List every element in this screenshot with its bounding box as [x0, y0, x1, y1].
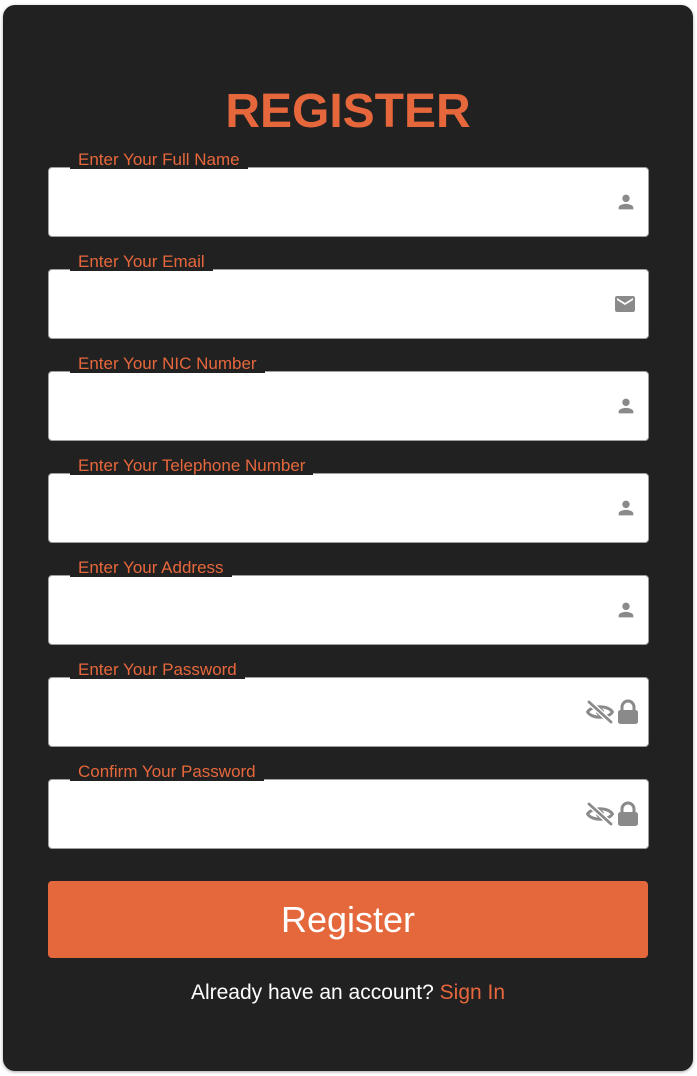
eye-off-icon[interactable] [585, 779, 615, 849]
nic-number-input[interactable] [48, 371, 649, 441]
confirm-password-field: Confirm Your Password [48, 762, 649, 851]
sign-in-prompt-text: Already have an account? [190, 981, 434, 1004]
full-name-label: Enter Your Full Name [70, 150, 248, 169]
full-name-field: Enter Your Full Name [48, 150, 649, 239]
lock-icon [616, 779, 640, 849]
email-label: Enter Your Email [70, 252, 213, 271]
nic-number-field: Enter Your NIC Number [48, 354, 649, 443]
confirm-password-input[interactable] [48, 779, 649, 849]
person-icon [615, 371, 637, 441]
password-field: Enter Your Password [48, 660, 649, 749]
register-card: REGISTER Enter Your Full Name Enter Your… [3, 5, 693, 1071]
password-label: Enter Your Password [70, 660, 245, 679]
address-input[interactable] [48, 575, 649, 645]
person-icon [615, 575, 637, 645]
person-icon [615, 167, 637, 237]
nic-number-label: Enter Your NIC Number [70, 354, 265, 373]
sign-in-prompt: Already have an account? Sign In [3, 980, 693, 1006]
mail-icon [613, 269, 637, 339]
sign-in-link[interactable]: Sign In [440, 981, 505, 1004]
email-input[interactable] [48, 269, 649, 339]
address-label: Enter Your Address [70, 558, 232, 577]
telephone-input[interactable] [48, 473, 649, 543]
eye-off-icon[interactable] [585, 677, 615, 747]
address-field: Enter Your Address [48, 558, 649, 647]
telephone-field: Enter Your Telephone Number [48, 456, 649, 545]
lock-icon [616, 677, 640, 747]
full-name-input[interactable] [48, 167, 649, 237]
person-icon [615, 473, 637, 543]
password-input[interactable] [48, 677, 649, 747]
confirm-password-label: Confirm Your Password [70, 762, 264, 781]
telephone-label: Enter Your Telephone Number [70, 456, 314, 475]
page-title: REGISTER [225, 85, 471, 138]
email-field: Enter Your Email [48, 252, 649, 341]
register-button[interactable]: Register [48, 881, 648, 958]
